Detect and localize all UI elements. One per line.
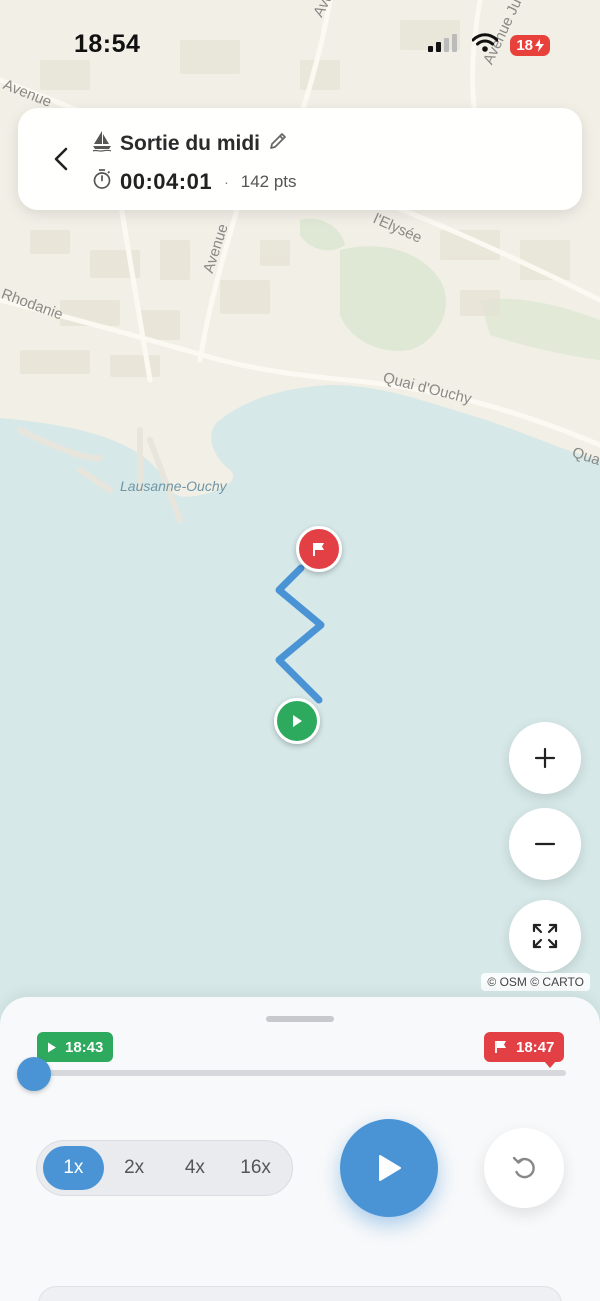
flag-icon (495, 1041, 506, 1053)
fit-route-button[interactable] (509, 900, 581, 972)
zoom-out-button[interactable] (509, 808, 581, 880)
activity-header: Sortie du midi 00:04:01 · 142 pts (18, 108, 582, 210)
speed-4x-button[interactable]: 4x (165, 1146, 226, 1190)
back-button[interactable] (46, 141, 76, 177)
speed-selector: 1x 2x 4x 16x (36, 1140, 293, 1196)
battery-level: 18 (516, 37, 533, 54)
point-count: 142 pts (240, 171, 297, 191)
play-icon (48, 1042, 56, 1052)
timeline-track[interactable] (34, 1070, 566, 1076)
start-time: 18:43 (65, 1038, 104, 1056)
playback-sheet: 18:43 18:47 1x 2x 4x 16x (0, 997, 600, 1301)
duration: 00:04:01 (120, 168, 213, 194)
play-icon (290, 714, 304, 728)
plus-icon (534, 747, 556, 769)
activity-title: Sortie du midi (120, 131, 261, 155)
flag-icon (311, 541, 327, 557)
meta-row: 00:04:01 · 142 pts (92, 168, 297, 195)
speed-2x-button[interactable]: 2x (104, 1146, 165, 1190)
speed-16x-button[interactable]: 16x (225, 1146, 286, 1190)
separator: · (224, 173, 229, 190)
map-label-port: Lausanne-Ouchy (120, 478, 227, 494)
status-bar: 18:54 18 (0, 0, 600, 90)
details-card[interactable] (38, 1286, 562, 1301)
wifi-icon (471, 33, 499, 58)
status-icons: 18 (428, 33, 550, 58)
battery-icon: 18 (510, 35, 550, 56)
map-attribution[interactable]: © OSM © CARTO (481, 973, 590, 991)
sheet-handle[interactable] (266, 1016, 334, 1022)
timeline-thumb[interactable] (17, 1057, 51, 1091)
end-time: 18:47 (516, 1038, 555, 1056)
chevron-left-icon (54, 147, 68, 171)
restart-button[interactable] (484, 1128, 564, 1208)
status-time: 18:54 (74, 30, 141, 58)
end-time-tag: 18:47 (484, 1032, 565, 1068)
minus-icon (534, 842, 556, 846)
start-marker[interactable] (274, 698, 320, 744)
play-button[interactable] (340, 1119, 438, 1217)
signal-icon (428, 34, 460, 57)
expand-icon (532, 923, 558, 949)
end-marker[interactable] (296, 526, 342, 572)
zoom-in-button[interactable] (509, 722, 581, 794)
start-time-tag: 18:43 (37, 1032, 114, 1068)
sailboat-icon (92, 130, 112, 157)
speed-1x-button[interactable]: 1x (43, 1146, 104, 1190)
play-icon (379, 1155, 401, 1181)
edit-icon[interactable] (268, 131, 288, 156)
restart-icon (512, 1156, 535, 1179)
stopwatch-icon (92, 168, 112, 195)
title-row: Sortie du midi (92, 130, 288, 157)
